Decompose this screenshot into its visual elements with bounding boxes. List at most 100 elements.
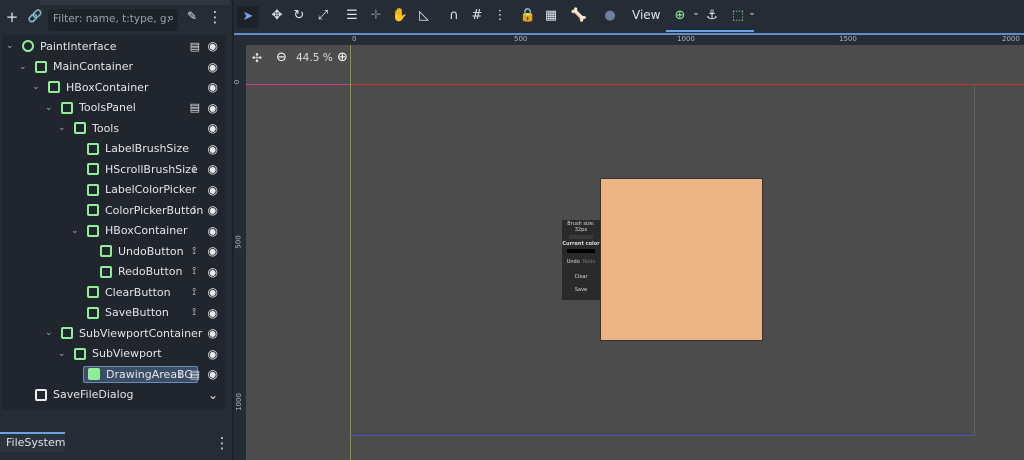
chevron-down-icon[interactable]: ⌄ [45, 328, 55, 338]
pivot-tool-icon[interactable]: ✛ [366, 8, 386, 23]
script-icon[interactable]: ▤ [190, 368, 200, 381]
chevron-down-icon[interactable]: ⌄ [71, 226, 81, 236]
tree-item-node[interactable]: HScrollBrushSize [83, 162, 202, 177]
tree-item[interactable]: UndoButton ⟟ ◉ [0, 241, 224, 261]
chevron-down-icon[interactable]: ⌄ [58, 123, 68, 133]
vertical-ruler[interactable]: 0 500 1000 [233, 45, 246, 460]
tree-item[interactable]: ColorPickerButton ⟟ ◉ [0, 200, 224, 220]
visibility-eye-icon[interactable]: ◉ [208, 101, 218, 115]
zoom-level[interactable]: 44.5 % [296, 52, 333, 64]
tree-item-node[interactable]: LabelBrushSize [83, 141, 193, 156]
tree-item[interactable]: RedoButton ⟟ ◉ [0, 262, 224, 282]
tree-item-node[interactable]: MainContainer [31, 59, 137, 74]
script-icon[interactable]: ▤ [190, 101, 200, 114]
visibility-eye-icon[interactable]: ◉ [208, 183, 218, 197]
menu-icon[interactable]: ⋮ [205, 8, 225, 26]
visibility-eye-icon[interactable]: ◉ [208, 285, 218, 299]
tree-item-node[interactable]: ClearButton [83, 285, 175, 300]
tree-item[interactable]: ⌄ SubViewportContainer ◉ [0, 323, 224, 343]
script-filter-icon[interactable]: ✎ [182, 9, 202, 23]
snap-options-icon[interactable]: ⋮ [490, 8, 510, 23]
center-view-icon[interactable]: ✣ [252, 51, 262, 65]
visibility-eye-icon[interactable]: ◉ [208, 80, 218, 94]
bone-icon[interactable]: 🦴 [569, 8, 589, 23]
chevron-down-icon[interactable]: ⌄ [32, 82, 42, 92]
visibility-eye-icon[interactable]: ◉ [208, 121, 218, 135]
tree-item[interactable]: LabelColorPicker ◉ [0, 180, 224, 200]
ruler-tool-icon[interactable]: ◺ [414, 8, 434, 23]
signal-icon[interactable]: ⟟ [192, 307, 196, 318]
filesystem-menu-icon[interactable]: ⋮ [212, 434, 232, 452]
tree-item[interactable]: ⌄ MainContainer ◉ [0, 57, 224, 77]
tree-item[interactable]: DrawingAreaBG ⟟ ▤ ◉ [0, 364, 224, 384]
tree-item[interactable]: SaveButton ⟟ ◉ [0, 303, 224, 323]
tree-item-node[interactable]: SubViewportContainer [57, 326, 206, 341]
rotate-tool-icon[interactable]: ↻ [289, 8, 309, 23]
select-tool-icon[interactable]: ➤ [237, 6, 259, 28]
tab-filesystem[interactable]: FileSystem [0, 432, 65, 452]
tree-item-node[interactable]: HBoxContainer [44, 80, 152, 95]
pan-tool-icon[interactable]: ✋ [390, 8, 410, 23]
visibility-eye-icon[interactable]: ◉ [208, 367, 218, 381]
chevron-down-icon[interactable]: ⌄ [742, 8, 762, 18]
tree-item-node[interactable]: SaveFileDialog [31, 387, 137, 402]
tree-item[interactable]: LabelBrushSize ◉ [0, 139, 224, 159]
group-icon[interactable]: ▦ [541, 8, 561, 23]
visibility-eye-icon[interactable]: ◉ [208, 224, 218, 238]
filter-input[interactable]: Filter: name, t:type, g: ⌕ [48, 9, 178, 31]
view-menu[interactable]: View [632, 8, 660, 22]
visibility-eye-icon[interactable]: ◉ [208, 39, 218, 53]
chevron-down-icon[interactable]: ⌄ [208, 388, 218, 402]
tree-item[interactable]: ClearButton ⟟ ◉ [0, 282, 224, 302]
visibility-eye-icon[interactable]: ◉ [208, 142, 218, 156]
lock-icon[interactable]: 🔒 [518, 8, 538, 23]
tree-item[interactable]: ⌄ HBoxContainer ◉ [0, 221, 224, 241]
signal-icon[interactable]: ⟟ [192, 266, 196, 277]
visibility-eye-icon[interactable]: ◉ [208, 265, 218, 279]
tree-item[interactable]: ⌄ ToolsPanel ▤ ◉ [0, 98, 224, 118]
chevron-down-icon[interactable]: ⌄ [6, 41, 16, 51]
visibility-eye-icon[interactable]: ◉ [208, 60, 218, 74]
zoom-in-icon[interactable]: ⊕ [337, 50, 348, 65]
signal-icon[interactable]: ⟟ [178, 369, 182, 380]
tree-item-node[interactable]: HBoxContainer [83, 223, 191, 238]
tree-item[interactable]: ⌄ PaintInterface ▤ ◉ [0, 36, 224, 56]
tree-item[interactable]: ⌄ Tools ◉ [0, 118, 224, 138]
grid-snap-icon[interactable]: # [467, 8, 487, 23]
visibility-eye-icon[interactable]: ◉ [208, 306, 218, 320]
visibility-eye-icon[interactable]: ◉ [208, 244, 218, 258]
chevron-down-icon[interactable]: ⌄ [19, 62, 29, 72]
visibility-eye-icon[interactable]: ◉ [208, 347, 218, 361]
chevron-down-icon[interactable]: ⌄ [58, 349, 68, 359]
tree-item-node[interactable]: Tools [70, 121, 123, 136]
visibility-eye-icon[interactable]: ◉ [208, 203, 218, 217]
move-tool-icon[interactable]: ✥ [267, 8, 287, 23]
tree-item-node[interactable]: ToolsPanel [57, 100, 140, 115]
visibility-eye-icon[interactable]: ◉ [208, 162, 218, 176]
smart-snap-icon[interactable]: ∩ [444, 8, 464, 23]
tree-item-node[interactable]: SaveButton [83, 305, 173, 320]
tree-item-node[interactable]: SubViewport [70, 346, 166, 361]
script-icon[interactable]: ▤ [190, 40, 200, 53]
link-icon[interactable]: 🔗 [25, 9, 45, 23]
horizontal-ruler[interactable]: 0 500 1000 1500 2000 [234, 33, 1024, 45]
tree-item-node[interactable]: PaintInterface [18, 39, 120, 54]
tree-item-node[interactable]: UndoButton [96, 244, 188, 259]
scale-tool-icon[interactable]: ⤢ [313, 8, 333, 23]
tree-item[interactable]: ⌄ HBoxContainer ◉ [0, 77, 224, 97]
signal-icon[interactable]: ⟟ [192, 164, 196, 175]
selectable-list-icon[interactable]: ☰ [342, 8, 362, 23]
signal-icon[interactable]: ⟟ [192, 246, 196, 257]
anchor-icon[interactable]: ⚓ [702, 8, 722, 23]
visibility-eye-icon[interactable]: ◉ [208, 326, 218, 340]
chevron-down-icon[interactable]: ⌄ [45, 103, 55, 113]
camera-icon[interactable]: ● [600, 8, 620, 23]
tree-item-node[interactable]: RedoButton [96, 264, 186, 279]
signal-icon[interactable]: ⟟ [192, 287, 196, 298]
add-node-icon[interactable]: + [2, 8, 22, 26]
drawing-area[interactable] [600, 178, 763, 341]
signal-icon[interactable]: ⟟ [192, 205, 196, 216]
canvas-viewport[interactable]: Brush size: 32px Current color Undo Redo … [234, 33, 1024, 460]
zoom-out-icon[interactable]: ⊖ [276, 50, 287, 65]
tree-item-node[interactable]: LabelColorPicker [83, 182, 200, 197]
